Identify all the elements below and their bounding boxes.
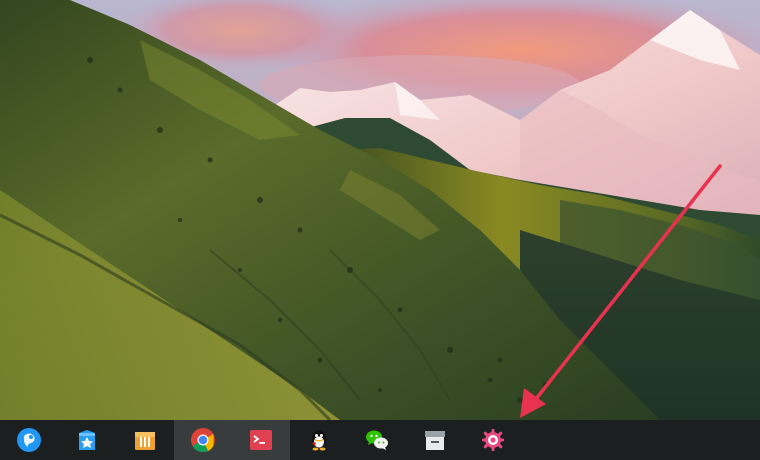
terminal-icon (248, 427, 274, 453)
wechat-button[interactable] (348, 420, 406, 460)
desktop-wallpaper (0, 0, 760, 420)
file-manager-icon (132, 427, 158, 453)
taskbar (0, 420, 760, 460)
app-store-button[interactable] (58, 420, 116, 460)
archive-manager-button[interactable] (406, 420, 464, 460)
qq-button[interactable] (290, 420, 348, 460)
app-store-icon (74, 427, 100, 453)
settings-button[interactable] (464, 420, 522, 460)
wechat-icon (364, 427, 390, 453)
wallpaper-landscape (0, 0, 760, 420)
settings-icon (480, 427, 506, 453)
chrome-icon (190, 427, 216, 453)
archive-manager-icon (422, 427, 448, 453)
file-manager-button[interactable] (116, 420, 174, 460)
launcher-button[interactable] (0, 420, 58, 460)
qq-icon (306, 427, 332, 453)
chrome-button[interactable] (174, 420, 232, 460)
launcher-icon (16, 427, 42, 453)
terminal-button[interactable] (232, 420, 290, 460)
